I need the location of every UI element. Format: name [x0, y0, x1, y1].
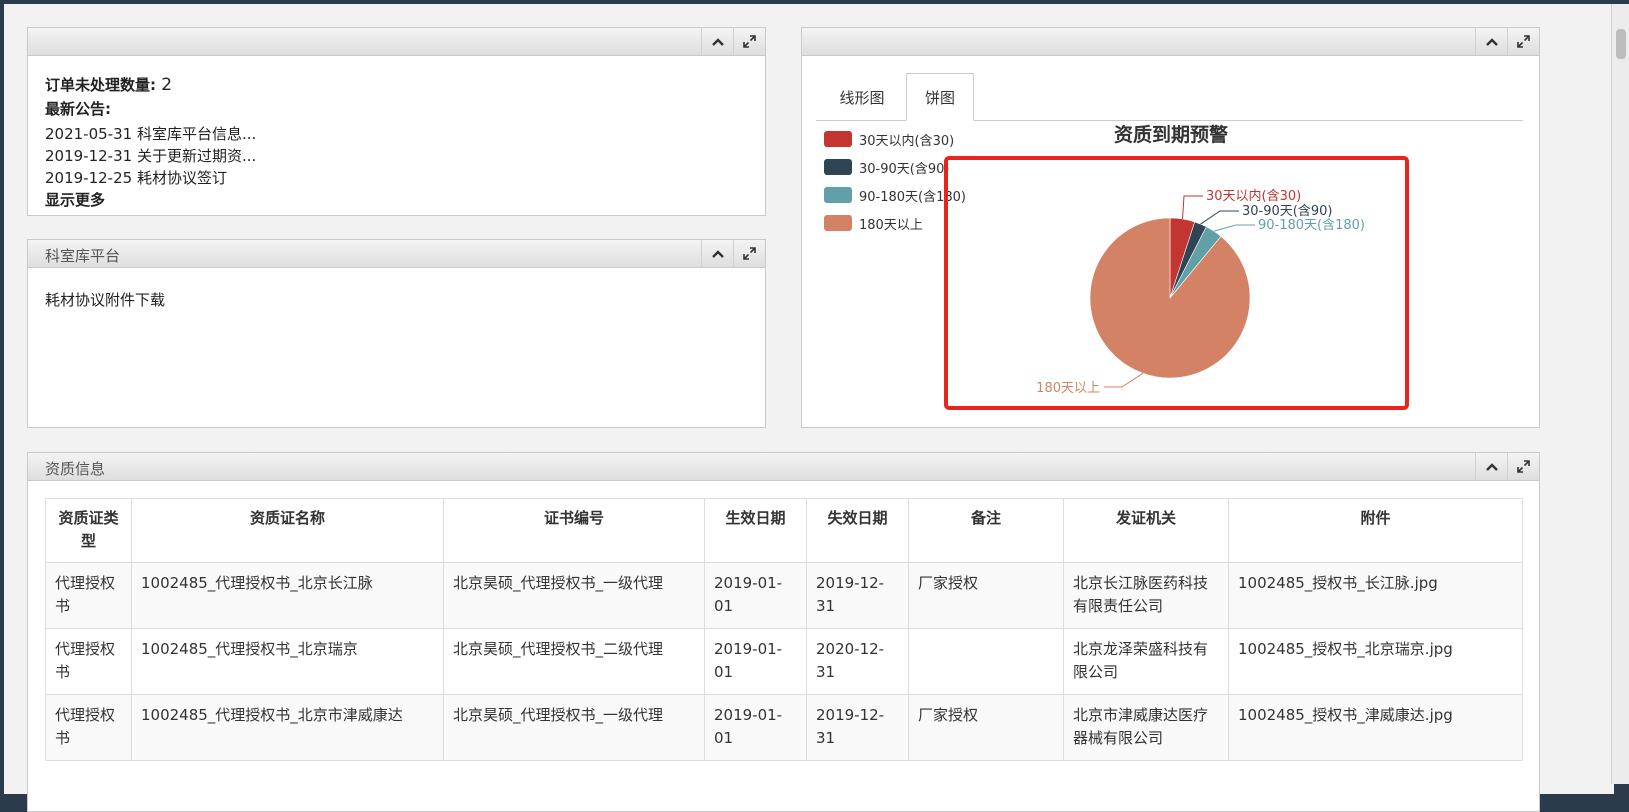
cell-cert-no: 北京昊硕_代理授权书_一级代理: [443, 694, 705, 761]
cell-cert-no: 北京昊硕_代理授权书_一级代理: [443, 562, 705, 629]
pie-label-line: [1200, 210, 1239, 225]
pending-orders-count: 2: [161, 75, 173, 95]
qualification-table: 资质证类型 资质证名称 证书编号 生效日期 失效日期 备注 发证机关 附件 代理…: [45, 498, 1523, 761]
cell-attachment[interactable]: 1002485_授权书_北京瑞京.jpg: [1228, 628, 1523, 695]
cell-type: 代理授权书: [45, 694, 132, 761]
expand-button[interactable]: [733, 28, 765, 55]
announcements-label: 最新公告:: [45, 100, 111, 118]
pie-slice[interactable]: [1089, 217, 1251, 379]
collapse-button[interactable]: [1475, 28, 1507, 55]
cell-start-date: 2019-01-01: [704, 628, 807, 695]
cell-name: 1002485_代理授权书_北京市津威康达: [131, 694, 444, 761]
table-row[interactable]: 代理授权书 1002485_代理授权书_北京市津威康达 北京昊硕_代理授权书_一…: [45, 694, 1523, 761]
cell-start-date: 2019-01-01: [704, 562, 807, 629]
cell-type: 代理授权书: [45, 628, 132, 695]
expand-icon: [743, 35, 756, 48]
column-header[interactable]: 生效日期: [704, 498, 807, 563]
show-more-link[interactable]: 显示更多: [45, 189, 105, 210]
chevron-up-icon: [711, 37, 724, 46]
column-header[interactable]: 发证机关: [1063, 498, 1229, 563]
expand-button[interactable]: [1507, 453, 1539, 480]
table-row[interactable]: 代理授权书 1002485_代理授权书_北京瑞京 北京昊硕_代理授权书_二级代理…: [45, 628, 1523, 695]
cell-name: 1002485_代理授权书_北京长江脉: [131, 562, 444, 629]
announcement-item[interactable]: 2021-05-31 科室库平台信息...: [45, 123, 256, 144]
column-header[interactable]: 资质证名称: [131, 498, 444, 563]
collapse-button[interactable]: [1475, 453, 1507, 480]
qualification-panel: 资质信息 资质证类型 资质证名称 证书编号 生效日期 失效日期 备注 发证机关 …: [27, 452, 1540, 812]
notice-panel-header: [28, 28, 765, 56]
expand-button[interactable]: [1507, 28, 1539, 55]
expand-icon: [743, 247, 756, 260]
cell-end-date: 2019-12-31: [806, 694, 909, 761]
chevron-up-icon: [711, 249, 724, 258]
platform-panel-header: 科室库平台: [28, 240, 765, 268]
cell-name: 1002485_代理授权书_北京瑞京: [131, 628, 444, 695]
collapse-button[interactable]: [701, 240, 733, 267]
column-header[interactable]: 备注: [908, 498, 1064, 563]
qualification-panel-header: 资质信息: [28, 453, 1539, 481]
column-header[interactable]: 资质证类型: [45, 498, 132, 563]
cell-cert-no: 北京昊硕_代理授权书_二级代理: [443, 628, 705, 695]
platform-panel-title: 科室库平台: [45, 247, 121, 265]
chevron-up-icon: [1485, 37, 1498, 46]
column-header[interactable]: 证书编号: [443, 498, 705, 563]
vertical-scrollbar[interactable]: [1611, 4, 1629, 784]
pie-label: 30-90天(含90): [1242, 203, 1332, 219]
chart-title: 资质到期预警: [1114, 123, 1228, 146]
table-header-row: 资质证类型 资质证名称 证书编号 生效日期 失效日期 备注 发证机关 附件: [45, 498, 1523, 563]
column-header[interactable]: 失效日期: [806, 498, 909, 563]
cell-end-date: 2020-12-31: [806, 628, 909, 695]
attachment-download-link[interactable]: 耗材协议附件下载: [45, 289, 165, 310]
expand-icon: [1517, 460, 1530, 473]
cell-remark: 厂家授权: [908, 562, 1064, 629]
page-frame: 订单未处理数量: 2 最新公告: 2021-05-31 科室库平台信息... 2…: [4, 4, 1614, 812]
notice-panel: 订单未处理数量: 2 最新公告: 2021-05-31 科室库平台信息... 2…: [27, 27, 766, 216]
cell-issuer: 北京长江脉医药科技有限责任公司: [1063, 562, 1229, 629]
cell-attachment[interactable]: 1002485_授权书_长江脉.jpg: [1228, 562, 1523, 629]
cell-type: 代理授权书: [45, 562, 132, 629]
pie-chart: 资质到期预警 30天以内(含30)30-90天(含90)90-180天(含180)…: [944, 123, 1409, 410]
cell-start-date: 2019-01-01: [704, 694, 807, 761]
pie-label-line: [1182, 195, 1203, 220]
collapse-button[interactable]: [701, 28, 733, 55]
cell-remark: [908, 628, 1064, 695]
pie-label-line: [1213, 224, 1255, 232]
scrollbar-thumb[interactable]: [1616, 29, 1626, 59]
announcement-item[interactable]: 2019-12-31 关于更新过期资...: [45, 145, 256, 166]
expand-button[interactable]: [733, 240, 765, 267]
cell-attachment[interactable]: 1002485_授权书_津威康达.jpg: [1228, 694, 1523, 761]
pending-orders-label: 订单未处理数量:: [45, 76, 156, 94]
qualification-panel-title: 资质信息: [45, 460, 106, 478]
announcement-item[interactable]: 2019-12-25 耗材协议签订: [45, 167, 227, 188]
chart-panel: 线形图 饼图 30天以内(含30) 30-90天(含90) 90-180天(含180…: [801, 27, 1540, 428]
cell-issuer: 北京市津威康达医疗器械有限公司: [1063, 694, 1229, 761]
cell-issuer: 北京龙泽荣盛科技有限公司: [1063, 628, 1229, 695]
chevron-up-icon: [1485, 462, 1498, 471]
cell-end-date: 2019-12-31: [806, 562, 909, 629]
cell-remark: 厂家授权: [908, 694, 1064, 761]
pie-label: 180天以上: [1036, 381, 1100, 396]
column-header[interactable]: 附件: [1228, 498, 1523, 563]
platform-panel: 科室库平台 耗材协议附件下载: [27, 239, 766, 428]
pie-label-line: [1104, 372, 1144, 388]
pie-label: 90-180天(含180): [1258, 217, 1365, 233]
expand-icon: [1517, 35, 1530, 48]
pending-orders: 订单未处理数量: 2: [45, 74, 172, 95]
pie-label: 30天以内(含30): [1206, 188, 1301, 204]
chart-panel-header: [802, 28, 1539, 56]
table-row[interactable]: 代理授权书 1002485_代理授权书_北京长江脉 北京昊硕_代理授权书_一级代…: [45, 562, 1523, 629]
